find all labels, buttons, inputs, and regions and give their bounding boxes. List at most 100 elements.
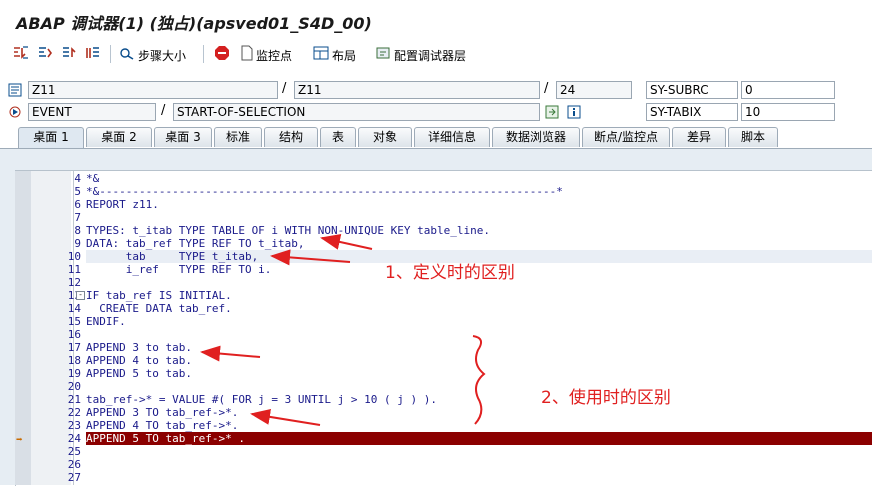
code-line[interactable]: 5 *&-------------------------------------… xyxy=(15,185,872,198)
return-icon[interactable] xyxy=(60,44,78,62)
code-text: APPEND 4 TO tab_ref->*. xyxy=(86,419,239,432)
code-line[interactable]: 15 ENDIF. xyxy=(15,315,872,328)
sy-tabix-label: SY-TABIX xyxy=(646,103,738,121)
code-line[interactable]: 27 xyxy=(15,471,872,484)
tab-script[interactable]: 脚本 xyxy=(728,127,778,147)
code-line[interactable]: 9 DATA: tab_ref TYPE REF TO t_itab, xyxy=(15,237,872,250)
event-type-field[interactable]: EVENT xyxy=(28,103,156,121)
line-number: 12 xyxy=(67,276,81,289)
navigate-icon[interactable] xyxy=(543,103,561,121)
window-title: ABAP 调试器(1) (独占)(apsved01_S4D_00) xyxy=(16,14,372,33)
watchpoint-label[interactable]: 监控点 xyxy=(256,47,292,64)
info-icon[interactable] xyxy=(565,103,583,121)
tab-breakpoints[interactable]: 断点/监控点 xyxy=(582,127,670,147)
separator-slash: / xyxy=(282,81,287,96)
code-text: APPEND 5 to tab. xyxy=(86,367,192,380)
code-line[interactable]: 7 xyxy=(15,211,872,224)
code-line[interactable]: 20 xyxy=(15,380,872,393)
configure-label[interactable]: 配置调试器层 xyxy=(394,47,466,64)
line-number: 21 xyxy=(67,393,81,406)
line-number: 15 xyxy=(67,315,81,328)
tab-data-browser[interactable]: 数据浏览器 xyxy=(492,127,580,147)
include-field[interactable]: Z11 xyxy=(294,81,540,99)
tab-desktop-3[interactable]: 桌面 3 xyxy=(154,127,212,147)
code-line[interactable]: 16 xyxy=(15,328,872,341)
code-line[interactable]: 26 xyxy=(15,458,872,471)
line-number: 17 xyxy=(67,341,81,354)
code-text: ENDIF. xyxy=(86,315,126,328)
code-line[interactable]: 4 *& xyxy=(15,172,872,185)
tab-details[interactable]: 详细信息 xyxy=(414,127,490,147)
execute-icon[interactable] xyxy=(36,44,54,62)
line-number: 13 xyxy=(67,289,81,302)
code-text: APPEND 3 to tab. xyxy=(86,341,192,354)
watchpoint-icon[interactable] xyxy=(238,44,256,62)
configure-icon[interactable] xyxy=(375,44,393,62)
program-field[interactable]: Z11 xyxy=(28,81,278,99)
code-line[interactable]: 25 xyxy=(15,445,872,458)
annotation-definition: 1、定义时的区别 xyxy=(385,263,515,283)
code-text: *& xyxy=(86,172,100,185)
code-line[interactable]: 24 APPEND 5 TO tab_ref->* . ➡ xyxy=(15,432,872,446)
event-name-field[interactable]: START-OF-SELECTION xyxy=(173,103,540,121)
code-text: APPEND 5 TO tab_ref->* . xyxy=(86,432,245,445)
step-size-icon[interactable] xyxy=(118,44,136,62)
tab-object[interactable]: 对象 xyxy=(358,127,412,147)
code-text: CREATE DATA tab_ref. xyxy=(86,302,232,315)
code-line[interactable]: 6 REPORT z11. xyxy=(15,198,872,211)
code-text: tab_ref->* = VALUE #( FOR j = 3 UNTIL j … xyxy=(86,393,437,406)
line-number: 16 xyxy=(67,328,81,341)
layout-label[interactable]: 布局 xyxy=(332,47,356,64)
line-number: 14 xyxy=(67,302,81,315)
code-line[interactable]: 19 APPEND 5 to tab. xyxy=(15,367,872,380)
tab-desktop-1[interactable]: 桌面 1 xyxy=(18,127,84,148)
annotation-usage: 2、使用时的区别 xyxy=(541,388,671,408)
code-lines: 4 *& 5 *&----------------------------------… xyxy=(15,172,872,485)
toolbar-separator xyxy=(203,45,204,63)
line-number: 10 xyxy=(67,250,81,263)
tab-diff[interactable]: 差异 xyxy=(672,127,726,147)
sy-subrc-value[interactable]: 0 xyxy=(741,81,835,99)
line-number: 6 xyxy=(74,198,81,211)
code-line[interactable]: 13- IF tab_ref IS INITIAL. xyxy=(15,289,872,302)
line-number: 5 xyxy=(74,185,81,198)
code-text: tab TYPE t_itab, xyxy=(86,250,259,263)
tab-desktop-2[interactable]: 桌面 2 xyxy=(86,127,152,147)
code-line[interactable]: 17 APPEND 3 to tab. xyxy=(15,341,872,354)
code-text: APPEND 4 to tab. xyxy=(86,354,192,367)
code-line[interactable]: 8 TYPES: t_itab TYPE TABLE OF i WITH NON-… xyxy=(15,224,872,237)
toolbar-separator xyxy=(110,45,111,63)
line-number: 4 xyxy=(74,172,81,185)
code-text: i_ref TYPE REF TO i. xyxy=(86,263,272,276)
tab-standard[interactable]: 标准 xyxy=(214,127,262,147)
fold-toggle-icon[interactable]: - xyxy=(76,291,85,300)
code-text: *&--------------------------------------… xyxy=(86,185,563,198)
line-number: 7 xyxy=(74,211,81,224)
single-step-icon[interactable] xyxy=(12,44,30,62)
code-text: APPEND 3 TO tab_ref->*. xyxy=(86,406,239,419)
code-line[interactable]: 18 APPEND 4 to tab. xyxy=(15,354,872,367)
sy-tabix-value[interactable]: 10 xyxy=(741,103,835,121)
step-size-label[interactable]: 步骤大小 xyxy=(138,47,186,64)
separator-slash: / xyxy=(161,103,166,118)
layout-icon[interactable] xyxy=(312,44,330,62)
code-line[interactable]: 21 tab_ref->* = VALUE #( FOR j = 3 UNTIL … xyxy=(15,393,872,406)
code-line[interactable]: 23 APPEND 4 TO tab_ref->*. xyxy=(15,419,872,432)
line-number: 11 xyxy=(67,263,81,276)
line-number: 8 xyxy=(74,224,81,237)
line-number: 25 xyxy=(67,445,81,458)
tab-table[interactable]: 表 xyxy=(320,127,356,147)
code-line[interactable]: 14 CREATE DATA tab_ref. xyxy=(15,302,872,315)
event-icon xyxy=(6,103,24,121)
line-number: 19 xyxy=(67,367,81,380)
line-number: 27 xyxy=(67,471,81,484)
program-icon xyxy=(6,81,24,99)
line-field[interactable]: 24 xyxy=(556,81,632,99)
line-number: 26 xyxy=(67,458,81,471)
continue-icon[interactable] xyxy=(84,44,102,62)
tab-structure[interactable]: 结构 xyxy=(264,127,318,147)
desktop-tabs: 桌面 1 桌面 2 桌面 3 标准 结构 表 对象 详细信息 数据浏览器 断点/… xyxy=(0,127,872,149)
line-number: 20 xyxy=(67,380,81,393)
stop-icon[interactable] xyxy=(213,44,231,62)
code-line[interactable]: 22 APPEND 3 TO tab_ref->*. xyxy=(15,406,872,419)
